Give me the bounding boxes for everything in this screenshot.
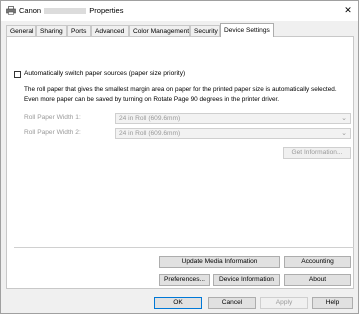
close-icon[interactable]: ✕ — [342, 4, 354, 16]
chevron-down-icon: ⌄ — [341, 115, 347, 122]
get-information-button[interactable]: Get Information... — [283, 147, 351, 159]
divider — [14, 247, 354, 248]
device-information-button[interactable]: Device Information — [213, 274, 280, 286]
roll-paper-width-1-select[interactable]: 24 in Roll (609.6mm) ⌄ — [115, 113, 351, 124]
auto-switch-checkbox[interactable] — [14, 71, 21, 78]
tab-sharing[interactable]: Sharing — [36, 25, 67, 36]
title-bar: Canon Properties ✕ — [1, 1, 358, 21]
tab-device-settings[interactable]: Device Settings — [220, 23, 274, 37]
tab-ports[interactable]: Ports — [67, 25, 91, 36]
about-button[interactable]: About — [284, 274, 351, 286]
roll-paper-width-1-label: Roll Paper Width 1: — [24, 114, 81, 121]
roll-paper-width-1-value: 24 in Roll (609.6mm) — [119, 115, 181, 122]
window-title-suffix: Properties — [89, 6, 124, 15]
cancel-button[interactable]: Cancel — [208, 297, 256, 309]
roll-paper-width-2-select[interactable]: 24 in Roll (609.6mm) ⌄ — [115, 128, 351, 139]
accounting-button[interactable]: Accounting — [284, 256, 351, 268]
tab-security[interactable]: Security — [190, 25, 220, 36]
preferences-button[interactable]: Preferences... — [159, 274, 210, 286]
window-title: Canon Properties — [19, 6, 123, 15]
tab-advanced[interactable]: Advanced — [91, 25, 129, 36]
roll-paper-width-2-label: Roll Paper Width 2: — [24, 129, 81, 136]
update-media-information-button[interactable]: Update Media Information — [159, 256, 280, 268]
tab-color-management[interactable]: Color Management — [129, 25, 190, 36]
apply-button[interactable]: Apply — [260, 297, 308, 309]
roll-paper-width-2-value: 24 in Roll (609.6mm) — [119, 130, 181, 137]
description-line-1: The roll paper that gives the smallest m… — [24, 86, 337, 93]
redacted-model-name — [44, 8, 87, 15]
chevron-down-icon: ⌄ — [341, 130, 347, 137]
ok-button[interactable]: OK — [154, 297, 202, 309]
auto-switch-description: The roll paper that gives the smallest m… — [24, 85, 352, 105]
device-settings-panel: Automatically switch paper sources (pape… — [6, 36, 354, 289]
description-line-2: Even more paper can be saved by turning … — [24, 96, 280, 103]
properties-dialog: Canon Properties ✕ General Sharing Ports… — [0, 0, 359, 314]
help-button[interactable]: Help — [312, 297, 353, 309]
auto-switch-label[interactable]: Automatically switch paper sources (pape… — [24, 70, 185, 77]
window-title-prefix: Canon — [19, 6, 42, 15]
tab-general[interactable]: General — [6, 25, 36, 36]
printer-icon — [6, 6, 16, 15]
